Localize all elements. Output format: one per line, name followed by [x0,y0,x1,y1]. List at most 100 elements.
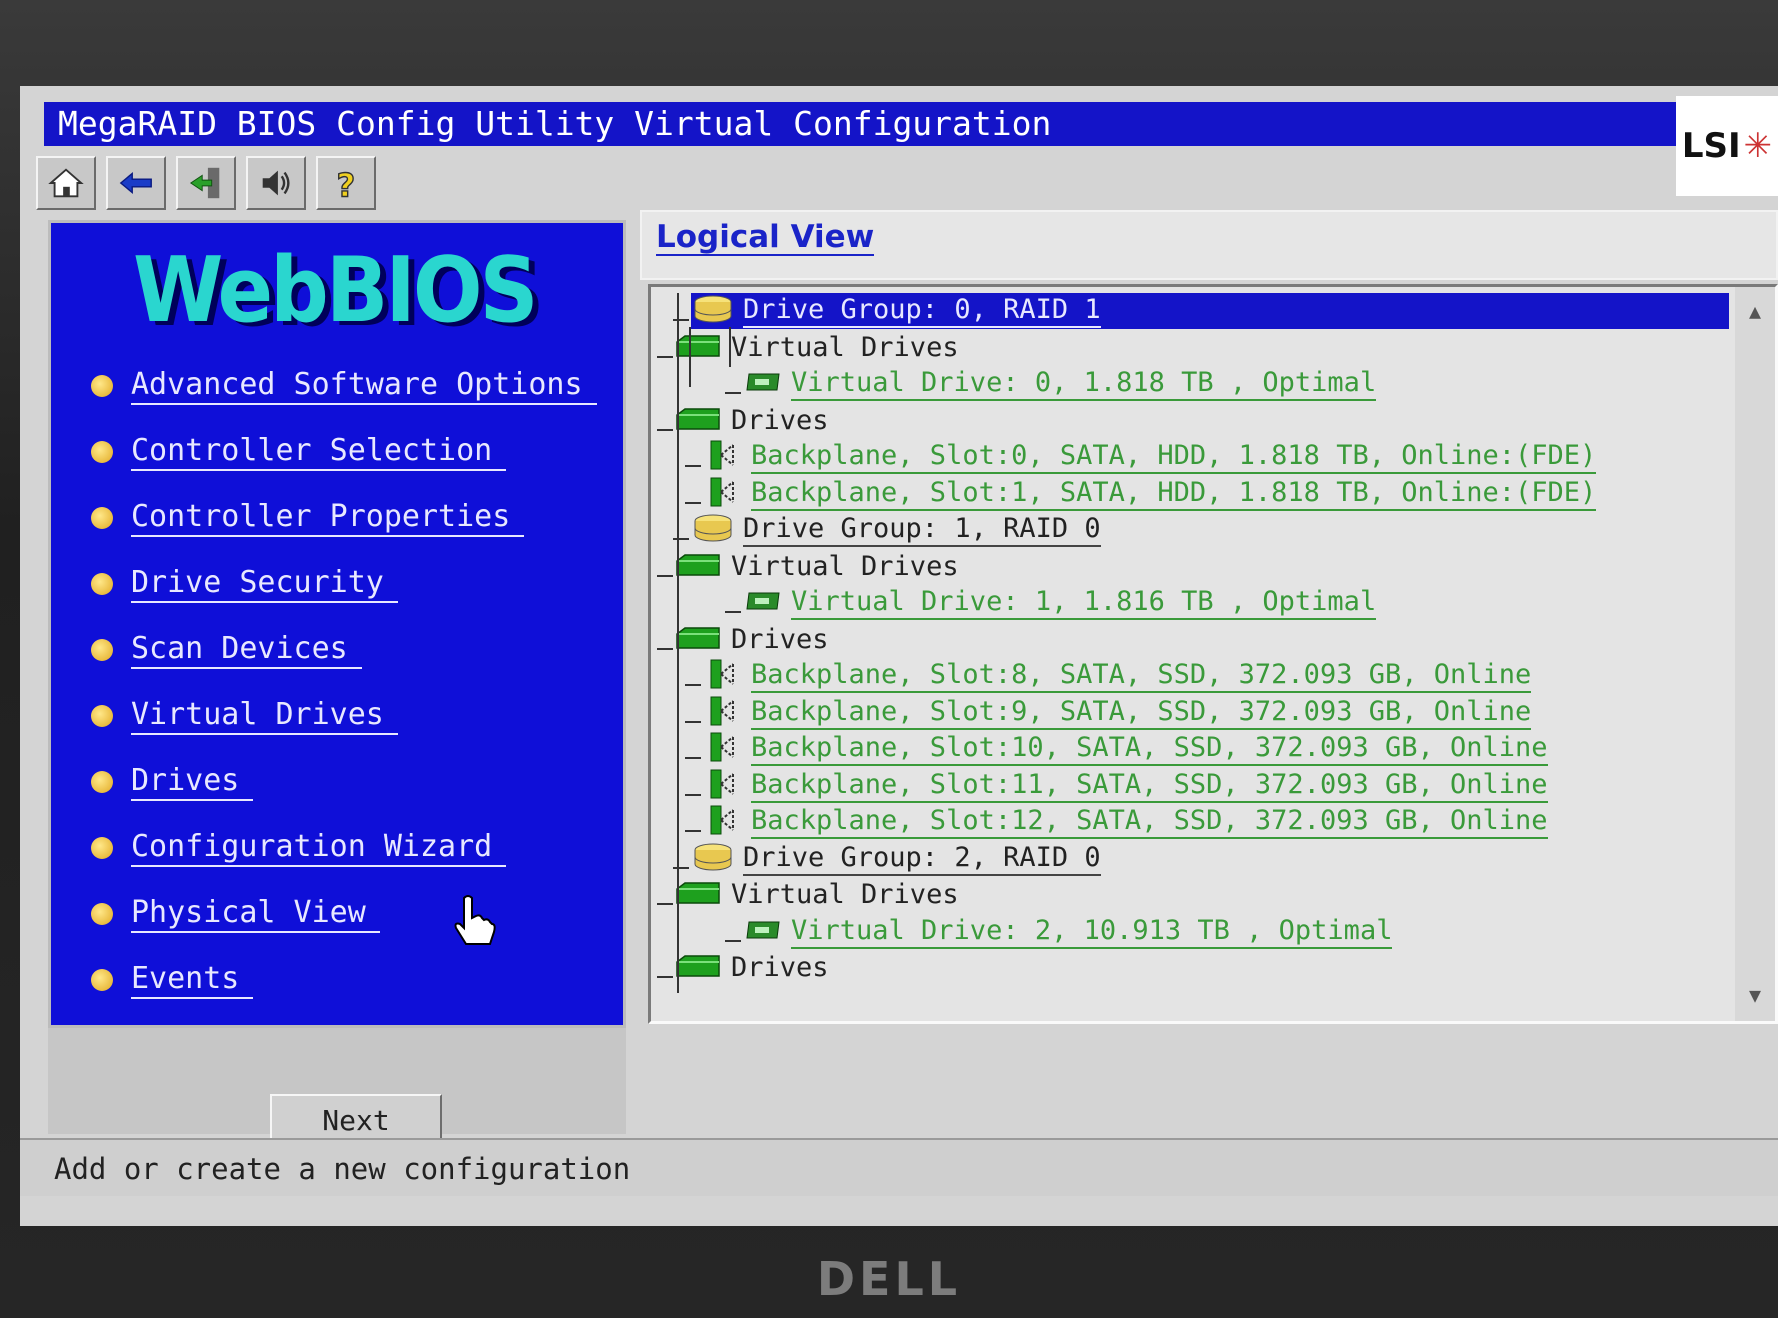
logical-view-header: Logical View [640,210,1778,280]
tree-connector [685,465,701,467]
bullet-icon [91,573,113,595]
back-button[interactable] [106,156,166,210]
tree-item-virtual-drive[interactable]: Virtual Drive: 2, 10.913 TB , Optimal [743,914,1393,950]
bullet-icon [91,837,113,859]
tree-item-physical-drive[interactable]: Backplane, Slot:0, SATA, HDD, 1.818 TB, … [703,439,1597,475]
next-button[interactable]: Next [270,1094,442,1144]
menu-item-virtual-drives[interactable]: Virtual Drives [91,695,398,737]
tree-item-physical-drive[interactable]: Backplane, Slot:9, SATA, SSD, 372.093 GB… [703,695,1532,731]
tree-item-label[interactable]: Backplane, Slot:1, SATA, HDD, 1.818 TB, … [751,477,1597,511]
tree-item-drive-group[interactable]: Drive Group: 1, RAID 0 [691,512,1101,548]
tree-item-label[interactable]: Backplane, Slot:12, SATA, SSD, 372.093 G… [751,805,1548,839]
menu-item-label[interactable]: Drives [131,763,254,801]
tree-scrollbar[interactable]: ▲ ▼ [1735,287,1775,1021]
menu-item-label[interactable]: Controller Selection [131,433,507,471]
tree-item-physical-drive[interactable]: Backplane, Slot:10, SATA, SSD, 372.093 G… [703,731,1548,767]
scroll-down-icon[interactable]: ▼ [1741,981,1769,1009]
logical-view-tree[interactable]: Drive Group: 0, RAID 1 Virtual Drives Virt… [648,284,1778,1024]
scroll-up-icon[interactable]: ▲ [1741,297,1769,325]
bullet-icon [91,903,113,925]
physical-drive-icon [703,695,743,731]
home-icon [48,168,84,198]
menu-item-configuration-wizard[interactable]: Configuration Wizard [91,827,507,869]
sidebar-menu: WebBIOS Advanced Software Options Contro… [48,220,626,1028]
tree-item-folder[interactable]: Drives [675,403,829,439]
tree-item-label[interactable]: Drives [731,624,829,656]
tree-item-folder[interactable]: Virtual Drives [675,877,959,913]
exit-button[interactable] [176,156,236,210]
tree-item-label[interactable]: Virtual Drives [731,879,959,911]
tree-item-virtual-drive[interactable]: Virtual Drive: 0, 1.818 TB , Optimal [743,366,1377,402]
webbios-logo: WebBIOS [133,238,539,343]
tree-connector [685,684,701,686]
home-button[interactable] [36,156,96,210]
status-bar: Add or create a new configuration [20,1138,1778,1196]
tree-item-label[interactable]: Virtual Drives [731,551,959,583]
menu-item-drive-security[interactable]: Drive Security [91,563,398,605]
menu-item-drives[interactable]: Drives [91,761,254,803]
tree-item-folder[interactable]: Drives [675,622,829,658]
menu-item-label[interactable]: Physical View [131,895,380,933]
tree-item-drive-group[interactable]: Drive Group: 0, RAID 1 [691,293,1729,329]
tree-connector [657,574,673,577]
tree-item-label[interactable]: Drives [731,952,829,984]
tree-connector [673,319,689,321]
alarm-button[interactable] [246,156,306,210]
folder-icon [675,405,723,437]
logical-view-title[interactable]: Logical View [656,220,875,256]
help-icon: ? [336,166,356,202]
physical-drive-icon [703,731,743,767]
physical-drive-icon [703,658,743,694]
menu-item-scan-devices[interactable]: Scan Devices [91,629,362,671]
tree-item-label[interactable]: Backplane, Slot:9, SATA, SSD, 372.093 GB… [751,696,1532,730]
tree-item-label[interactable]: Virtual Drive: 1, 1.816 TB , Optimal [791,586,1377,620]
tree-item-label[interactable]: Drive Group: 2, RAID 0 [743,842,1101,876]
bullet-icon [91,441,113,463]
tree-connector [685,830,701,832]
virtual-drive-icon [743,589,783,617]
tree-item-label[interactable]: Backplane, Slot:11, SATA, SSD, 372.093 G… [751,769,1548,803]
tree-item-physical-drive[interactable]: Backplane, Slot:8, SATA, SSD, 372.093 GB… [703,658,1532,694]
tree-connector [729,327,731,367]
menu-item-label[interactable]: Virtual Drives [131,697,398,735]
tree-item-label[interactable]: Virtual Drive: 2, 10.913 TB , Optimal [791,915,1393,949]
menu-item-events[interactable]: Events [91,959,254,1001]
menu-item-label[interactable]: Drive Security [131,565,398,603]
menu-item-physical-view[interactable]: Physical View [91,893,380,935]
menu-item-label[interactable]: Configuration Wizard [131,829,507,867]
menu-item-label[interactable]: Events [131,961,254,999]
tree-item-label[interactable]: Backplane, Slot:0, SATA, HDD, 1.818 TB, … [751,440,1597,474]
drive-group-icon [691,842,735,876]
back-arrow-icon [119,171,152,195]
tree-item-physical-drive[interactable]: Backplane, Slot:1, SATA, HDD, 1.818 TB, … [703,476,1597,512]
tree-item-physical-drive[interactable]: Backplane, Slot:11, SATA, SSD, 372.093 G… [703,768,1548,804]
tree-connector [685,793,701,796]
tree-connector [657,355,673,358]
tree-item-label[interactable]: Virtual Drives [731,332,959,364]
tree-item-label[interactable]: Drive Group: 0, RAID 1 [743,294,1101,328]
tree-connector [725,939,741,942]
help-button[interactable]: ? [316,156,376,210]
tree-item-folder[interactable]: Virtual Drives [675,330,959,366]
tree-item-physical-drive[interactable]: Backplane, Slot:12, SATA, SSD, 372.093 G… [703,804,1548,840]
tree-item-label[interactable]: Backplane, Slot:8, SATA, SSD, 372.093 GB… [751,659,1532,693]
menu-item-label[interactable]: Scan Devices [131,631,362,669]
menu-item-controller-properties[interactable]: Controller Properties [91,497,525,539]
tree-item-folder[interactable]: Drives [675,950,829,986]
tree-connector [725,611,741,613]
tree-item-virtual-drive[interactable]: Virtual Drive: 1, 1.816 TB , Optimal [743,585,1377,621]
bios-screen: MegaRAID BIOS Config Utility Virtual Con… [20,86,1778,1226]
tree-item-folder[interactable]: Virtual Drives [675,549,959,585]
exit-icon [189,167,220,199]
menu-item-advanced-software-options[interactable]: Advanced Software Options [91,365,597,407]
menu-item-label[interactable]: Controller Properties [131,499,525,537]
menu-item-controller-selection[interactable]: Controller Selection [91,431,507,473]
tree-item-label[interactable]: Backplane, Slot:10, SATA, SSD, 372.093 G… [751,732,1548,766]
tree-item-label[interactable]: Drive Group: 1, RAID 0 [743,513,1101,547]
tree-connector [657,647,673,650]
tree-item-drive-group[interactable]: Drive Group: 2, RAID 0 [691,841,1101,877]
menu-item-label[interactable]: Advanced Software Options [131,367,597,405]
tree-item-label[interactable]: Drives [731,405,829,437]
tree-connector [689,327,691,387]
tree-item-label[interactable]: Virtual Drive: 0, 1.818 TB , Optimal [791,367,1377,401]
